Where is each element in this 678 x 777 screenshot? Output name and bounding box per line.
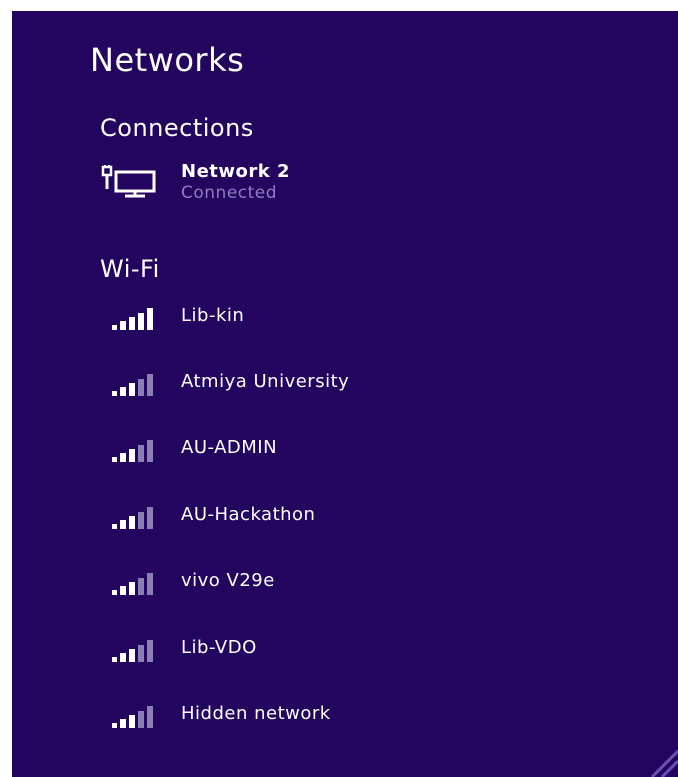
panel-title: Networks — [90, 41, 245, 79]
wifi-item-lib-kin[interactable]: Lib-kin — [108, 305, 608, 341]
wifi-name: Hidden network — [181, 703, 331, 724]
wifi-name: AU-Hackathon — [181, 504, 316, 525]
connection-item-network-2[interactable]: Network 2 Connected — [100, 161, 500, 209]
wifi-signal-medium-icon — [112, 440, 153, 462]
wifi-signal-medium-icon — [112, 507, 153, 529]
wifi-signal-medium-icon — [112, 573, 153, 595]
corner-decoration — [650, 749, 678, 777]
wifi-signal-medium-icon — [112, 706, 153, 728]
wifi-item-vivo-v29e[interactable]: vivo V29e — [108, 570, 608, 606]
wifi-heading: Wi-Fi — [100, 255, 160, 283]
wifi-name: Lib-VDO — [181, 637, 257, 658]
wifi-item-lib-vdo[interactable]: Lib-VDO — [108, 637, 608, 673]
wifi-item-hidden-network[interactable]: Hidden network — [108, 703, 608, 739]
wifi-item-au-admin[interactable]: AU-ADMIN — [108, 437, 608, 473]
connection-name: Network 2 — [181, 161, 291, 182]
wifi-name: Lib-kin — [181, 305, 245, 326]
wifi-signal-medium-icon — [112, 374, 153, 396]
wifi-name: AU-ADMIN — [181, 437, 278, 458]
wifi-item-au-hackathon[interactable]: AU-Hackathon — [108, 504, 608, 540]
networks-panel: Networks Connections Network 2 Connected… — [12, 11, 678, 777]
wifi-item-atmiya-university[interactable]: Atmiya University — [108, 371, 608, 407]
wifi-signal-medium-icon — [112, 640, 153, 662]
ethernet-monitor-icon — [101, 165, 156, 198]
wifi-name: vivo V29e — [181, 570, 275, 591]
connection-status: Connected — [181, 183, 278, 203]
wifi-signal-full-icon — [112, 308, 153, 330]
connections-heading: Connections — [100, 114, 254, 142]
wifi-name: Atmiya University — [181, 371, 350, 392]
